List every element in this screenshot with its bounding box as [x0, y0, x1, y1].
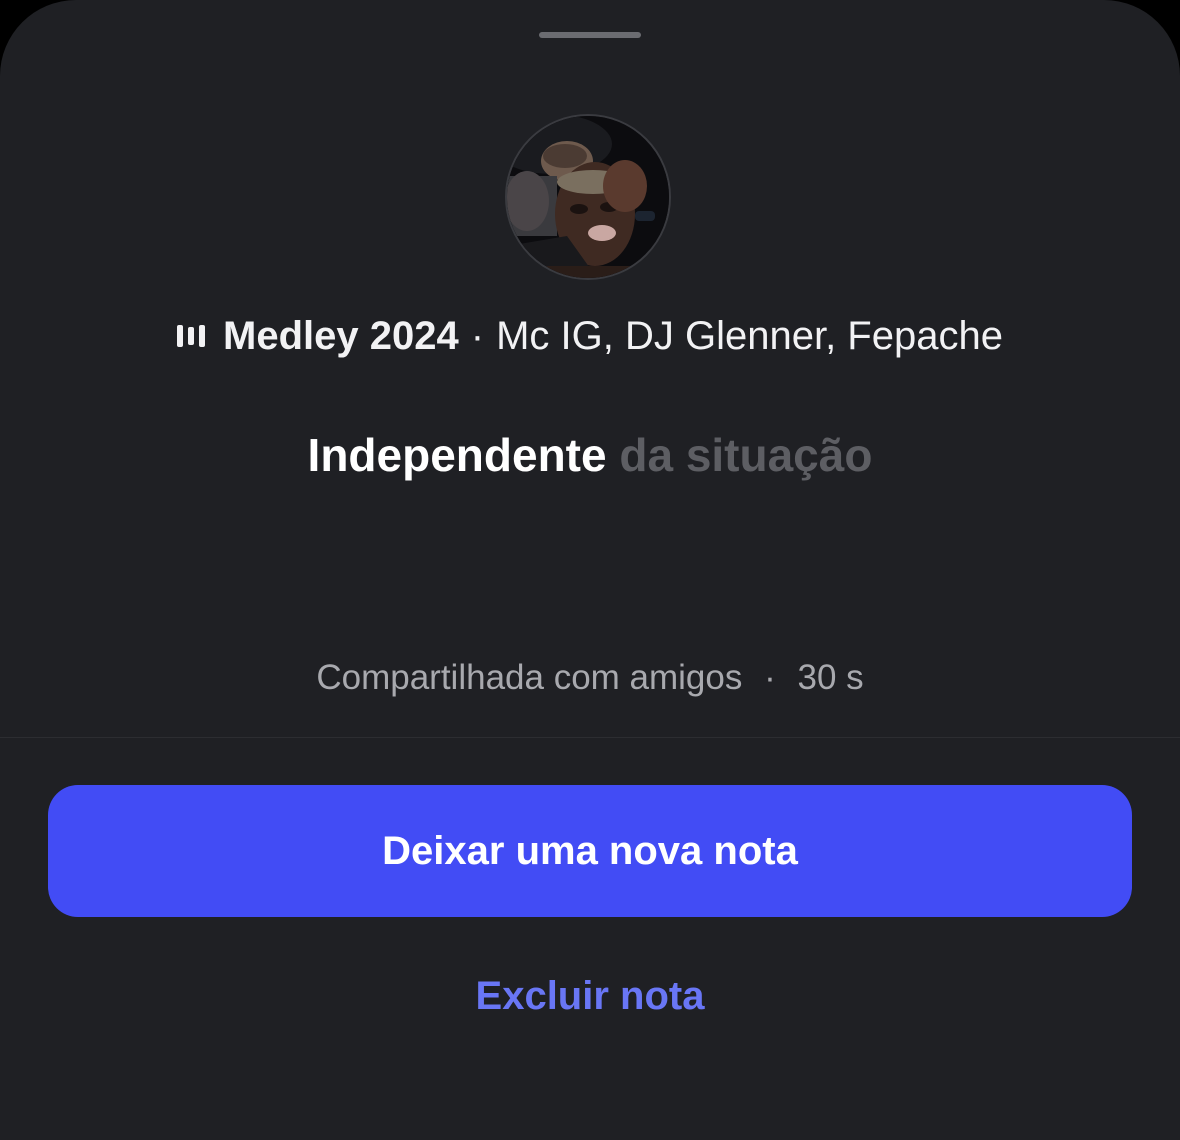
song-separator: · [470, 313, 485, 358]
song-title: Medley 2024 [223, 313, 459, 358]
song-artists: Mc IG, DJ Glenner, Fepache [496, 313, 1003, 358]
note-bottom-sheet: Medley 2024 · Mc IG, DJ Glenner, Fepache… [0, 0, 1180, 1140]
share-audience-text: Compartilhada com amigos [316, 658, 743, 697]
avatar[interactable] [505, 114, 671, 280]
delete-note-button[interactable]: Excluir nota [390, 960, 790, 1032]
lyric-upcoming-text: da situação [619, 429, 873, 481]
sheet-grabber-handle[interactable] [539, 32, 641, 38]
lyric-active-text: Independente [307, 429, 607, 481]
share-separator: · [764, 658, 776, 697]
avatar-photo [507, 116, 669, 278]
divider [0, 737, 1180, 738]
lyric-line: Independente da situação [0, 428, 1180, 492]
share-time: 30 s [797, 658, 864, 697]
music-info[interactable]: Medley 2024 · Mc IG, DJ Glenner, Fepache [0, 306, 1180, 366]
share-status: Compartilhada com amigos · 30 s [0, 658, 1180, 704]
music-bars-icon [177, 324, 206, 348]
new-note-button[interactable]: Deixar uma nova nota [48, 785, 1132, 917]
